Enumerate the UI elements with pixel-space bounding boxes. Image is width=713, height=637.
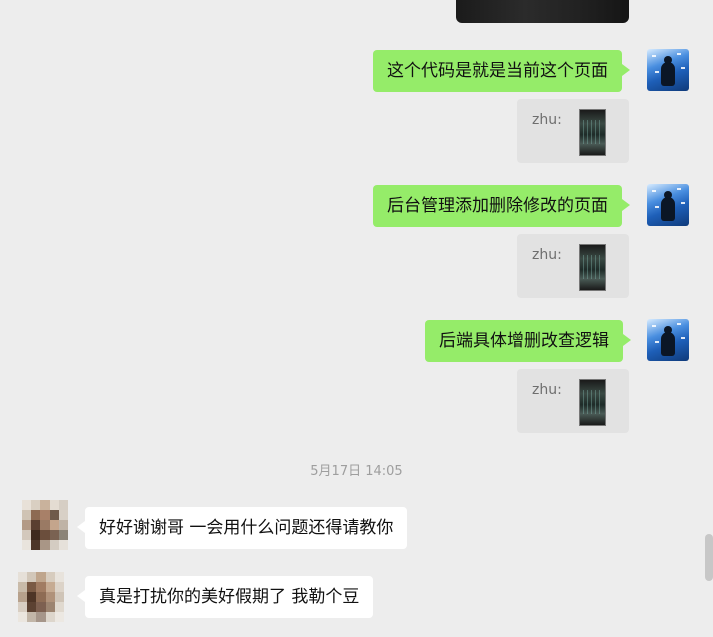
message-text: 真是打扰你的美好假期了 我勒个豆 [99,587,360,607]
contact-avatar[interactable] [22,500,68,550]
silhouette-icon [661,191,675,221]
silhouette-icon [661,56,675,86]
quoted-message[interactable]: zhu: [517,234,629,298]
chat-scrollbar-thumb[interactable] [705,534,713,581]
self-avatar[interactable] [647,319,689,361]
quoted-message[interactable]: zhu: [517,369,629,433]
message-text: 后台管理添加删除修改的页面 [387,196,608,216]
outgoing-message-bubble[interactable]: 后台管理添加删除修改的页面 [373,185,630,227]
outgoing-message-bubble[interactable]: 后端具体增删改查逻辑 [425,320,631,362]
incoming-message-bubble[interactable]: 好好谢谢哥 一会用什么问题还得请教你 [76,507,408,549]
quoted-message[interactable]: zhu: [517,99,629,163]
quote-author-label: zhu: [532,382,562,398]
message-text: 后端具体增删改查逻辑 [439,331,609,351]
outgoing-message-bubble[interactable]: 这个代码是就是当前这个页面 [373,50,630,92]
message-text: 好好谢谢哥 一会用什么问题还得请教你 [99,518,394,538]
quote-image-thumbnail[interactable] [579,244,606,291]
incoming-message-bubble[interactable]: 真是打扰你的美好假期了 我勒个豆 [76,576,374,618]
quote-image-thumbnail[interactable] [579,109,606,156]
quote-author-label: zhu: [532,112,562,128]
quote-image-thumbnail[interactable] [579,379,606,426]
previous-image-message[interactable] [456,0,629,23]
message-text: 这个代码是就是当前这个页面 [387,61,608,81]
self-avatar[interactable] [647,49,689,91]
message-timestamp: 5月17日 14:05 [310,464,403,479]
quote-author-label: zhu: [532,247,562,263]
silhouette-icon [661,326,675,356]
self-avatar[interactable] [647,184,689,226]
contact-avatar[interactable] [18,572,64,622]
